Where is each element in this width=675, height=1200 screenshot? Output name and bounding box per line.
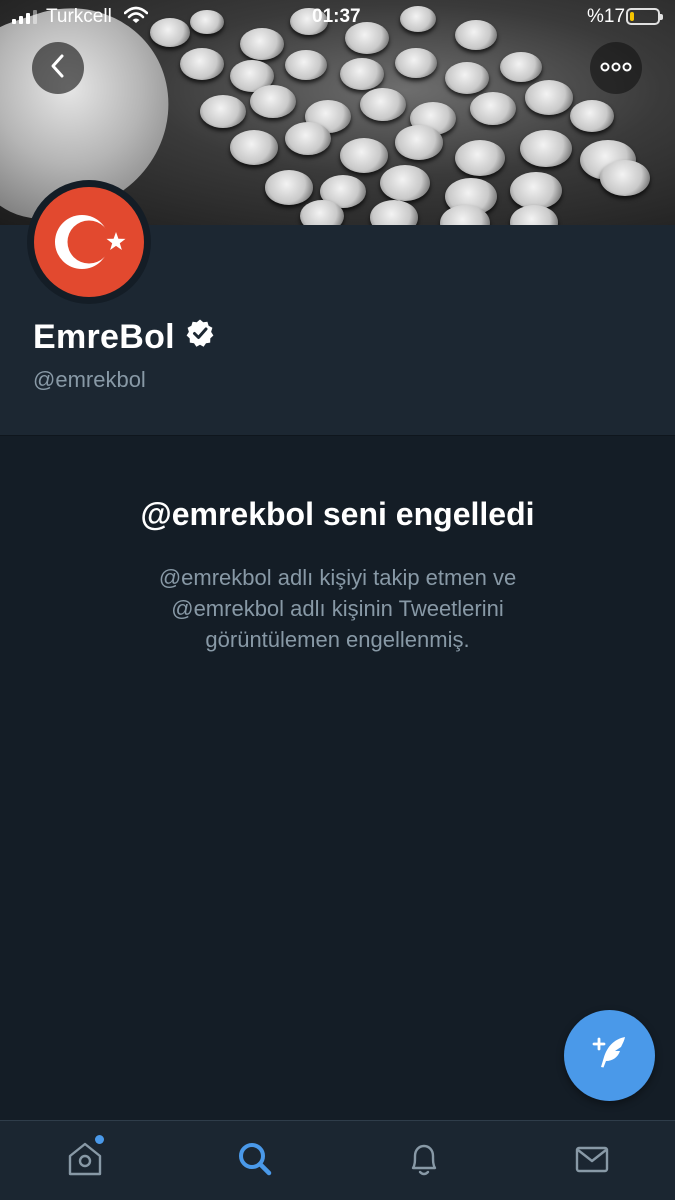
typewriter-key [370,200,418,225]
typewriter-key [510,172,562,210]
typewriter-key [340,58,384,90]
typewriter-key [250,85,296,119]
typewriter-key [285,122,331,156]
typewriter-key [510,205,558,225]
signal-icon [12,10,37,24]
mail-icon [572,1139,612,1184]
avatar[interactable] [27,180,151,304]
more-options-button[interactable] [590,42,642,94]
typewriter-key [525,80,573,115]
typewriter-key [455,140,505,176]
blocked-description-line: görüntülemen engellenmiş. [205,627,470,652]
more-dots-icon [600,59,632,77]
typewriter-key [395,125,443,160]
typewriter-key [200,95,246,129]
tab-search[interactable] [233,1139,277,1183]
typewriter-key [500,52,542,83]
home-icon [65,1139,105,1184]
back-button[interactable] [32,42,84,94]
bell-icon [404,1139,444,1184]
tab-home[interactable] [63,1139,107,1183]
profile-handle: @emrekbol [33,367,146,392]
compose-tweet-button[interactable] [564,1010,655,1101]
search-icon [235,1139,275,1184]
typewriter-key [395,48,437,79]
typewriter-key [180,48,224,80]
compose-tweet-icon [588,1031,632,1080]
status-bar: Turkcell 01:37 %17 [0,0,675,36]
chevron-left-icon [47,53,69,84]
blocked-title: @emrekbol seni engelledi [140,496,535,532]
battery-icon [626,8,663,25]
typewriter-key [230,130,278,165]
typewriter-key [265,170,313,205]
typewriter-key [600,160,650,196]
typewriter-key [380,165,430,201]
tab-messages[interactable] [570,1139,614,1183]
verified-badge-icon [185,318,215,357]
display-name-text: EmreBol [33,318,175,356]
blocked-description-line: @emrekbol adlı kişinin Tweetlerini [171,596,504,621]
bottom-tab-bar [0,1120,675,1200]
blocked-description-line: @emrekbol adlı kişiyi takip etmen ve [158,565,517,590]
typewriter-key [570,100,614,132]
section-divider [0,435,675,436]
blocked-description: @emrekbol adlı kişiyi takip etmen ve @em… [0,562,675,655]
turkish-flag-icon [34,187,144,297]
typewriter-key [360,88,406,122]
typewriter-key [520,130,572,168]
carrier-name: Turkcell [46,6,112,27]
battery-percent: %17 [587,6,626,27]
battery-level-fill [630,12,634,21]
typewriter-key [445,62,489,94]
clock-time: 01:37 [312,6,361,27]
tab-notifications[interactable] [402,1139,446,1183]
wifi-icon [123,6,149,32]
profile-display-name: EmreBol [33,318,215,357]
typewriter-key [340,138,388,173]
typewriter-key [285,50,327,81]
typewriter-key [470,92,516,126]
home-notification-badge [95,1135,104,1144]
typewriter-key [300,200,344,225]
